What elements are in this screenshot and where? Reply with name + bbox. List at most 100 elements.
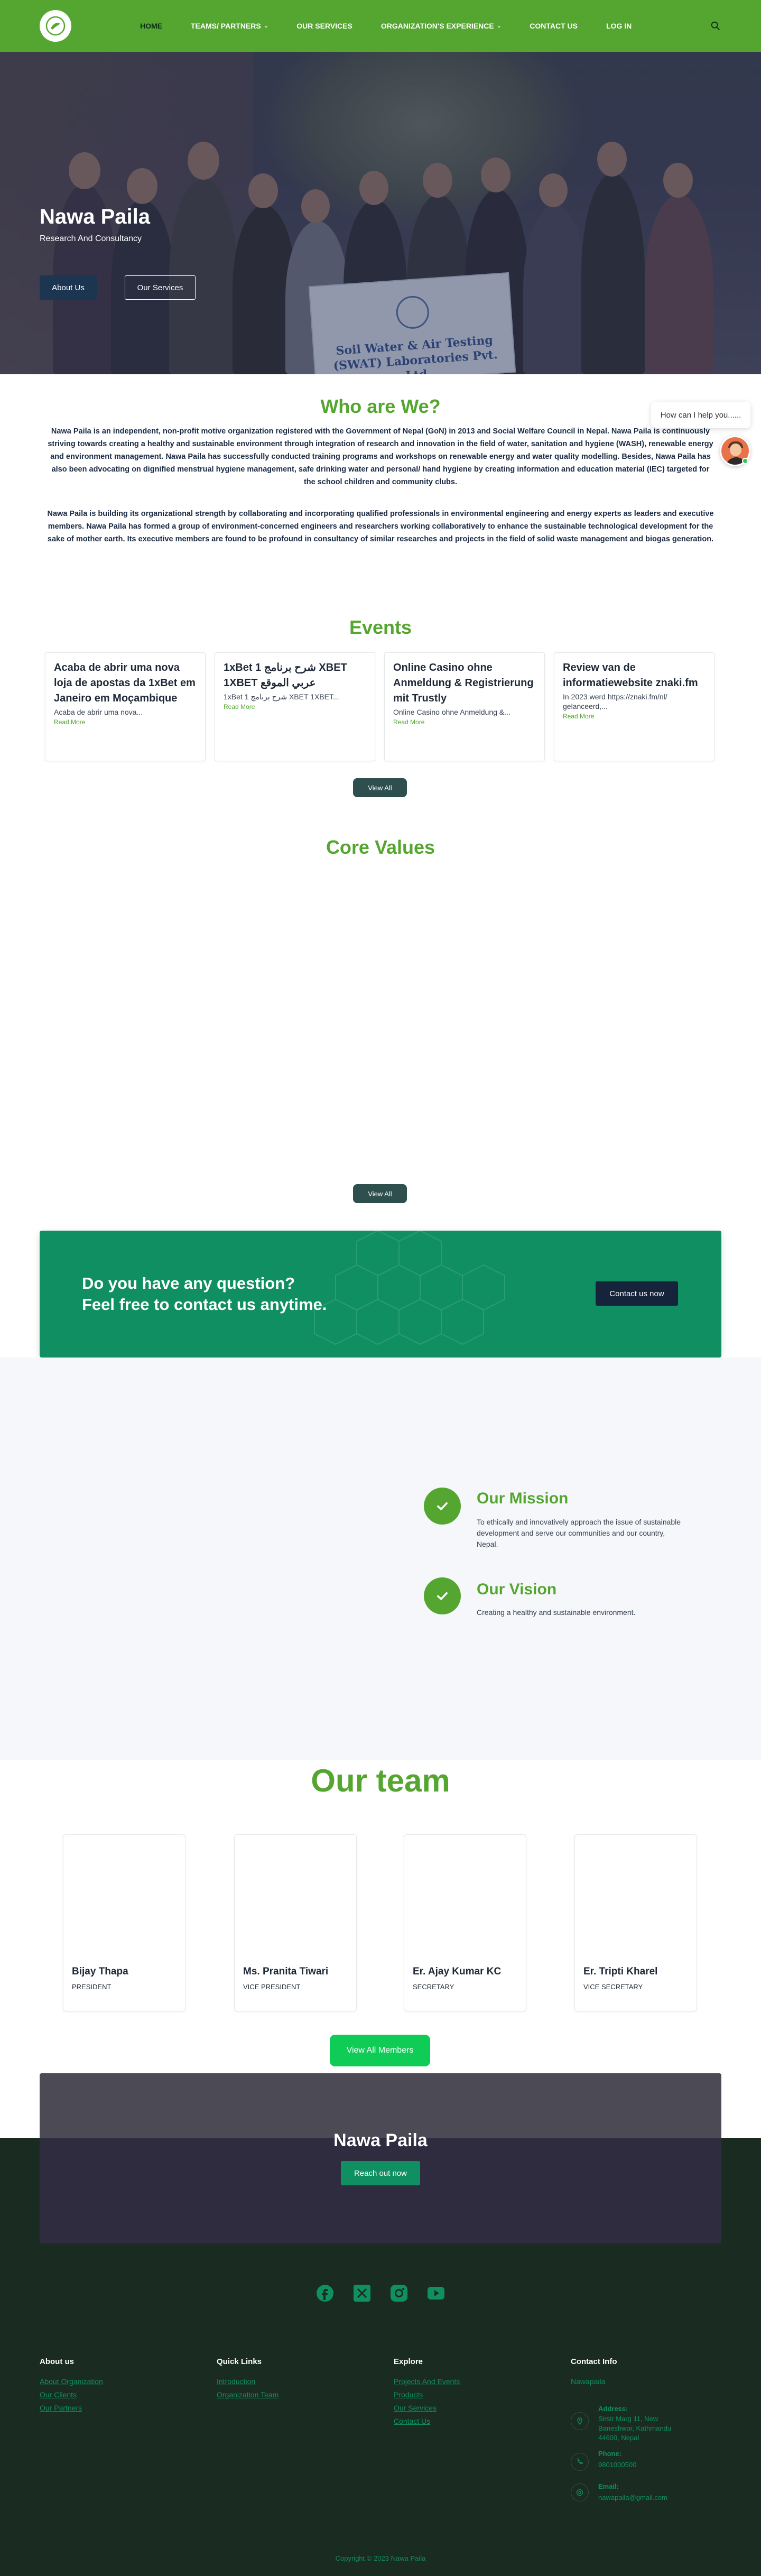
vision-text: Creating a healthy and sustainable envir… xyxy=(477,1608,636,1617)
copyright-text: Copyright © 2023 Nawa Paila xyxy=(335,2554,426,2562)
event-excerpt: 1xBet 1 شرح برنامج XBET 1XBET... xyxy=(224,693,339,701)
footer-link-our-clients[interactable]: Our Clients xyxy=(40,2390,77,2399)
phone-label: Phone: xyxy=(598,2450,622,2458)
email-icon xyxy=(571,2483,589,2501)
online-status-icon xyxy=(742,458,748,464)
read-more-link[interactable]: Read More xyxy=(54,718,197,726)
team-member-name: Ms. Pranita Tiwari xyxy=(243,1966,329,1977)
team-member-name: Er. Ajay Kumar KC xyxy=(413,1966,502,1977)
event-excerpt: Acaba de abrir uma nova... xyxy=(54,708,143,716)
core-values-view-all-button[interactable]: View All xyxy=(353,1184,407,1203)
email-value[interactable]: nawapaila@gmail.com xyxy=(598,2493,667,2503)
address-value: Sirsir Marg 11, New Baneshwor, Kathmandu… xyxy=(598,2415,672,2442)
cta-line-2: Feel free to contact us anytime. xyxy=(82,1295,327,1314)
cta-line-1: Do you have any question? xyxy=(82,1274,295,1292)
events-title: Events xyxy=(349,616,412,638)
event-title[interactable]: Acaba de abrir uma nova loja de apostas … xyxy=(54,660,197,706)
vision-title: Our Vision xyxy=(477,1581,557,1598)
team-member-card[interactable]: Bijay Thapa PRESIDENT xyxy=(63,1834,185,2011)
email-label: Email: xyxy=(598,2482,619,2490)
footer-quick-links-heading: Quick Links xyxy=(217,2357,262,2366)
team-member-card[interactable]: Er. Ajay Kumar KC SECRETARY xyxy=(404,1834,526,2011)
read-more-link[interactable]: Read More xyxy=(563,713,706,720)
cta-heading: Do you have any question? Feel free to c… xyxy=(82,1273,327,1315)
event-card[interactable]: Online Casino ohne Anmeldung & Registrie… xyxy=(384,652,545,761)
events-view-all-button[interactable]: View All xyxy=(353,778,407,797)
read-more-link[interactable]: Read More xyxy=(224,703,366,710)
vision-check-icon xyxy=(424,1577,461,1614)
logo-icon xyxy=(45,16,66,36)
hero-section: Soil Water & Air Testing (SWAT) Laborato… xyxy=(0,52,761,374)
nav-organization-experience[interactable]: ORGANIZATION'S EXPERIENCE ⌄ xyxy=(381,22,501,30)
logo[interactable] xyxy=(40,10,71,42)
mission-check-icon xyxy=(424,1488,461,1525)
footer-link-projects-events[interactable]: Projects And Events xyxy=(394,2377,460,2386)
about-us-button[interactable]: About Us xyxy=(40,275,97,300)
reach-out-banner-top xyxy=(40,2073,721,2138)
footer-link-our-services[interactable]: Our Services xyxy=(394,2404,437,2412)
core-values-title: Core Values xyxy=(326,836,435,858)
nav-our-services[interactable]: OUR SERVICES xyxy=(296,22,352,30)
team-member-role: VICE SECRETARY xyxy=(583,1983,643,1991)
nav-label: ORGANIZATION'S EXPERIENCE xyxy=(380,22,494,30)
footer-org-name: Nawapaila xyxy=(571,2377,606,2386)
youtube-icon[interactable] xyxy=(426,2284,446,2303)
event-card[interactable]: 1xBet 1 شرح برنامج XBET 1XBET عربي الموق… xyxy=(215,652,375,761)
footer-link-introduction[interactable]: Introduction xyxy=(217,2377,255,2386)
nav-log-in[interactable]: LOG IN xyxy=(606,22,632,30)
team-member-card[interactable]: Ms. Pranita Tiwari VICE PRESIDENT xyxy=(234,1834,357,2011)
team-member-name: Bijay Thapa xyxy=(72,1966,128,1977)
hero-subtitle: Research And Consultancy xyxy=(40,234,142,243)
hero-title: Nawa Paila xyxy=(40,205,151,228)
contact-cta-banner: Do you have any question? Feel free to c… xyxy=(40,1231,721,1358)
footer-contact-heading: Contact Info xyxy=(571,2357,617,2366)
search-icon[interactable] xyxy=(710,20,721,32)
reach-out-button[interactable]: Reach out now xyxy=(341,2161,420,2185)
footer-link-organization-team[interactable]: Organization Team xyxy=(217,2390,279,2399)
reach-out-title: Nawa Paila xyxy=(333,2130,428,2150)
footer-link-contact-us[interactable]: Contact Us xyxy=(394,2417,430,2425)
chevron-down-icon: ⌄ xyxy=(264,23,268,29)
nav-label: HOME xyxy=(140,22,162,30)
nav-home[interactable]: HOME xyxy=(140,22,162,30)
footer-link-products[interactable]: Products xyxy=(394,2390,423,2399)
facebook-icon[interactable] xyxy=(315,2284,335,2303)
footer-explore-heading: Explore xyxy=(394,2357,423,2366)
event-excerpt: In 2023 werd https://znaki.fm/nl/ gelanc… xyxy=(563,693,667,710)
contact-us-now-button[interactable]: Contact us now xyxy=(596,1281,678,1306)
x-twitter-icon[interactable] xyxy=(352,2284,372,2303)
nav-teams-partners[interactable]: TEAMS/ PARTNERS ⌄ xyxy=(191,22,268,30)
site-header: HOME TEAMS/ PARTNERS ⌄ OUR SERVICES ORGAN… xyxy=(0,0,761,52)
footer-link-our-partners[interactable]: Our Partners xyxy=(40,2404,82,2412)
footer-link-about-organization[interactable]: About Organization xyxy=(40,2377,103,2386)
reach-out-banner: Nawa Paila Reach out now xyxy=(40,2073,721,2243)
event-card[interactable]: Review van de informatiewebsite znaki.fm… xyxy=(554,652,714,761)
event-title[interactable]: 1xBet 1 شرح برنامج XBET 1XBET عربي الموق… xyxy=(224,660,366,691)
nav-label: LOG IN xyxy=(606,22,632,30)
event-excerpt: Online Casino ohne Anmeldung &... xyxy=(393,708,511,716)
mission-text: To ethically and innovatively approach t… xyxy=(477,1518,681,1548)
event-card[interactable]: Acaba de abrir uma nova loja de apostas … xyxy=(45,652,206,761)
team-title: Our team xyxy=(311,1763,450,1798)
view-all-members-button[interactable]: View All Members xyxy=(330,2035,430,2066)
team-member-role: VICE PRESIDENT xyxy=(243,1983,301,1991)
phone-icon xyxy=(571,2453,589,2471)
event-title[interactable]: Online Casino ohne Anmeldung & Registrie… xyxy=(393,660,536,706)
event-title[interactable]: Review van de informatiewebsite znaki.fm xyxy=(563,660,706,691)
location-icon xyxy=(571,2412,589,2430)
nav-label: CONTACT US xyxy=(530,22,578,30)
team-member-card[interactable]: Er. Tripti Kharel VICE SECRETARY xyxy=(574,1834,697,2011)
our-services-button[interactable]: Our Services xyxy=(125,275,196,300)
mission-title: Our Mission xyxy=(477,1490,569,1507)
team-member-role: PRESIDENT xyxy=(72,1983,112,1991)
chevron-down-icon: ⌄ xyxy=(497,23,502,29)
phone-value[interactable]: 9801000500 xyxy=(598,2460,636,2470)
nav-contact-us[interactable]: CONTACT US xyxy=(530,22,578,30)
team-member-role: SECRETARY xyxy=(413,1983,454,1991)
address-label: Address: xyxy=(598,2405,628,2413)
read-more-link[interactable]: Read More xyxy=(393,718,536,726)
nav-label: TEAMS/ PARTNERS xyxy=(191,22,261,30)
nav-label: OUR SERVICES xyxy=(296,22,352,30)
instagram-icon[interactable] xyxy=(389,2284,409,2303)
who-paragraph-2: Nawa Paila is building its organizationa… xyxy=(47,510,714,543)
